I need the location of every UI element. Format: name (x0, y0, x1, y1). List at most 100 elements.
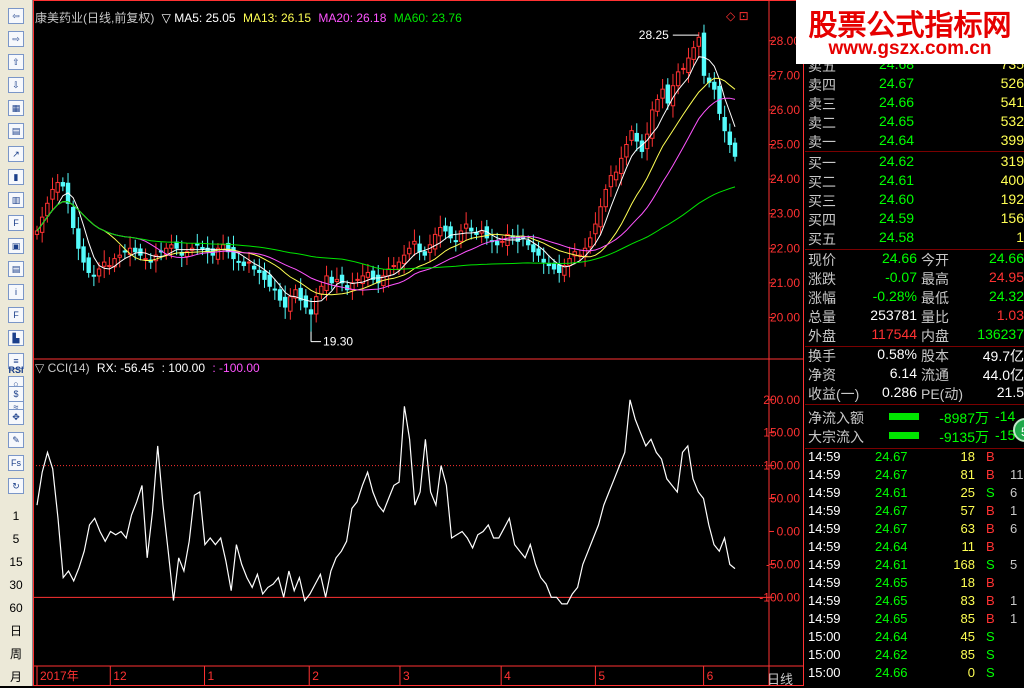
ma5-label: ▽ MA5: 25.05 (161, 11, 236, 25)
period-button-7[interactable]: 月 (4, 669, 28, 685)
grid-icon[interactable]: ▦ (8, 100, 24, 116)
cci-tick-label: 100.00 (763, 459, 800, 473)
candle-body (551, 263, 557, 270)
flow-label: 大宗流入 (808, 429, 864, 445)
period-button-5[interactable]: 日 (4, 623, 28, 639)
period-button-0[interactable]: 1 (4, 508, 28, 524)
info-icon[interactable]: i (8, 284, 24, 300)
price-tick-label: 20.00 (770, 310, 800, 324)
tick-volume: 83 (960, 593, 975, 608)
kline-chart[interactable]: 28.0027.0026.0025.0024.0023.0022.0021.00… (33, 0, 804, 686)
pen-icon[interactable]: ✎ (8, 432, 24, 448)
tick-price: 24.67 (875, 521, 908, 536)
candle-body (102, 261, 107, 267)
tick-extra: 1 (1010, 593, 1018, 608)
stat2-label-2: 股本 (921, 348, 949, 364)
ma20-label: MA20: 26.18 (318, 11, 387, 25)
dollar-icon[interactable]: $ (8, 386, 24, 402)
candle-body (691, 47, 696, 60)
stat-value-2: 24.95 (988, 269, 1024, 285)
tick-volume: 25 (960, 485, 975, 500)
arrow-right-icon[interactable]: ⇨ (8, 31, 24, 47)
arrow-up-icon[interactable]: ⇧ (8, 54, 24, 70)
candle-body (588, 237, 593, 248)
candle-body (267, 274, 272, 287)
date-tick-label: 1 (208, 669, 215, 683)
price-tick-label: 21.00 (770, 276, 800, 290)
period-label: 日线 (767, 672, 794, 687)
table-icon[interactable]: ▤ (8, 123, 24, 139)
period-button-4[interactable]: 60 (4, 600, 28, 616)
tick-price: 24.66 (875, 665, 908, 680)
header-icons[interactable]: ◇ ⊡ (726, 9, 749, 23)
period-button-6[interactable]: 周 (4, 646, 28, 662)
flow-value: -9135万 (939, 429, 989, 445)
tick-time: 14:59 (808, 539, 841, 554)
flow-bar (889, 413, 919, 420)
tick-price: 24.67 (875, 503, 908, 518)
candle-body (463, 223, 469, 229)
candle-body (546, 262, 552, 267)
fs-icon[interactable]: Fs (8, 455, 24, 471)
candle-body (469, 227, 474, 232)
flow-bar (889, 432, 919, 439)
period-button-1[interactable]: 5 (4, 531, 28, 547)
rsi-icon[interactable]: RSI (8, 362, 24, 378)
arrow-left-icon[interactable]: ⇦ (8, 8, 24, 24)
candle-body (319, 285, 324, 295)
tick-side: B (986, 503, 995, 518)
bid-price: 24.62 (879, 153, 915, 169)
line-chart-icon[interactable]: ↗ (8, 146, 24, 162)
arrow-down-icon[interactable]: ⇩ (8, 77, 24, 93)
bid-volume: 400 (1000, 172, 1024, 188)
tick-price: 24.65 (875, 575, 908, 590)
tick-price: 24.65 (875, 593, 908, 608)
cci-tick-label: -50.00 (766, 557, 800, 571)
stat-label: 总量 (808, 309, 836, 325)
tick-time: 14:59 (808, 557, 841, 572)
bid-label: 买五 (808, 231, 836, 247)
tick-side: B (986, 575, 995, 590)
refresh-icon[interactable]: ↻ (8, 478, 24, 494)
tick-extra: 1 (1010, 611, 1018, 626)
f10-icon[interactable]: F (8, 215, 24, 231)
calendar-icon[interactable]: ▣ (8, 238, 24, 254)
stat-value-2: 136237 (977, 326, 1024, 342)
candle-body (355, 278, 360, 281)
candle-body (624, 144, 629, 158)
candle-body (86, 257, 91, 273)
cci-tick-label: 150.00 (763, 426, 800, 440)
candle-chart-icon[interactable]: ▮ (8, 169, 24, 185)
candle-body (634, 132, 639, 142)
price-tick-label: 24.00 (770, 172, 800, 186)
tick-time: 14:59 (808, 593, 841, 608)
candle-body (174, 241, 179, 249)
tick-price: 24.64 (875, 539, 908, 554)
tick-volume: 168 (953, 557, 975, 572)
f2-icon[interactable]: F (8, 307, 24, 323)
candle-body (60, 182, 66, 187)
list-icon[interactable]: ▥ (8, 192, 24, 208)
candle-body (200, 247, 205, 250)
period-button-2[interactable]: 15 (4, 554, 28, 570)
price-tick-label: 23.00 (770, 207, 800, 221)
flow-label: 净流入额 (808, 410, 864, 426)
rx-label: RX: -56.45 (96, 361, 155, 375)
candle-body (391, 265, 396, 268)
report-icon[interactable]: ▤ (8, 261, 24, 277)
period-button-3[interactable]: 30 (4, 577, 28, 593)
bar-icon[interactable]: ▙ (8, 330, 24, 346)
ma-line-ma13 (36, 77, 736, 296)
bid-label: 买一 (808, 155, 836, 171)
candle-body (282, 296, 288, 308)
move-icon[interactable]: ✥ (8, 409, 24, 425)
ma13-label: MA13: 26.15 (242, 11, 311, 25)
bid-price: 24.58 (879, 229, 915, 245)
panel-separator (805, 404, 1024, 405)
stat2-label-2: 流通 (921, 367, 949, 383)
stat-label-2: 内盘 (921, 328, 949, 344)
tick-extra: 1 (1010, 503, 1018, 518)
tick-time: 15:00 (808, 629, 841, 644)
candle-body (603, 188, 608, 208)
tick-volume: 85 (960, 611, 975, 626)
